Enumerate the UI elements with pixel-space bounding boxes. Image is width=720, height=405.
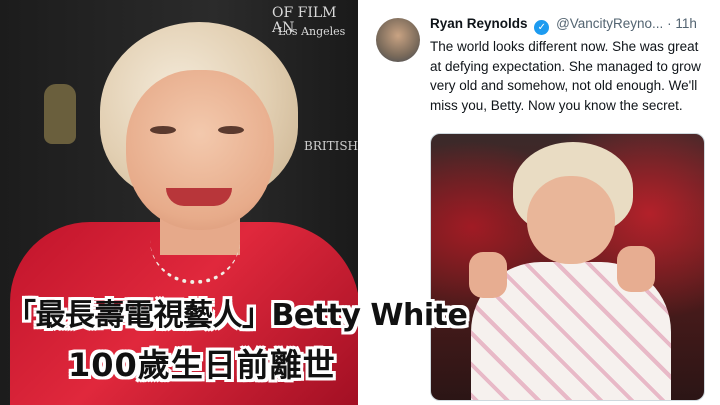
face bbox=[126, 70, 274, 230]
thumbs-up-right-icon bbox=[617, 246, 655, 292]
right-eye bbox=[218, 126, 244, 134]
author-name[interactable]: Ryan Reynolds bbox=[430, 16, 528, 31]
tweet-media-image[interactable] bbox=[430, 133, 705, 401]
smile bbox=[166, 188, 232, 206]
tweet-card[interactable]: Ryan Reynolds ✓ @VancityReyno... · 11h T… bbox=[362, 0, 720, 405]
verified-badge-icon: ✓ bbox=[534, 20, 550, 35]
author-handle[interactable]: @VancityReyno... bbox=[556, 16, 663, 31]
caption-subline: 100歲生日前離世 bbox=[68, 346, 336, 384]
caption-headline: 「最長壽電視藝人」Betty White bbox=[6, 298, 468, 333]
backdrop-text-british: BRITISH bbox=[304, 139, 358, 153]
author-avatar[interactable] bbox=[376, 18, 420, 62]
tweet-timestamp[interactable]: · 11h bbox=[667, 16, 697, 31]
backdrop-text-los-angeles: Los Angeles bbox=[278, 25, 346, 38]
media-face bbox=[527, 176, 615, 264]
tweet-header: Ryan Reynolds ✓ @VancityReyno... · 11h bbox=[430, 16, 697, 35]
left-eye bbox=[150, 126, 176, 134]
tweet-text: The world looks different now. She was g… bbox=[430, 39, 701, 113]
bafta-mask-logo bbox=[44, 84, 76, 144]
thumbs-up-left-icon bbox=[469, 252, 507, 298]
